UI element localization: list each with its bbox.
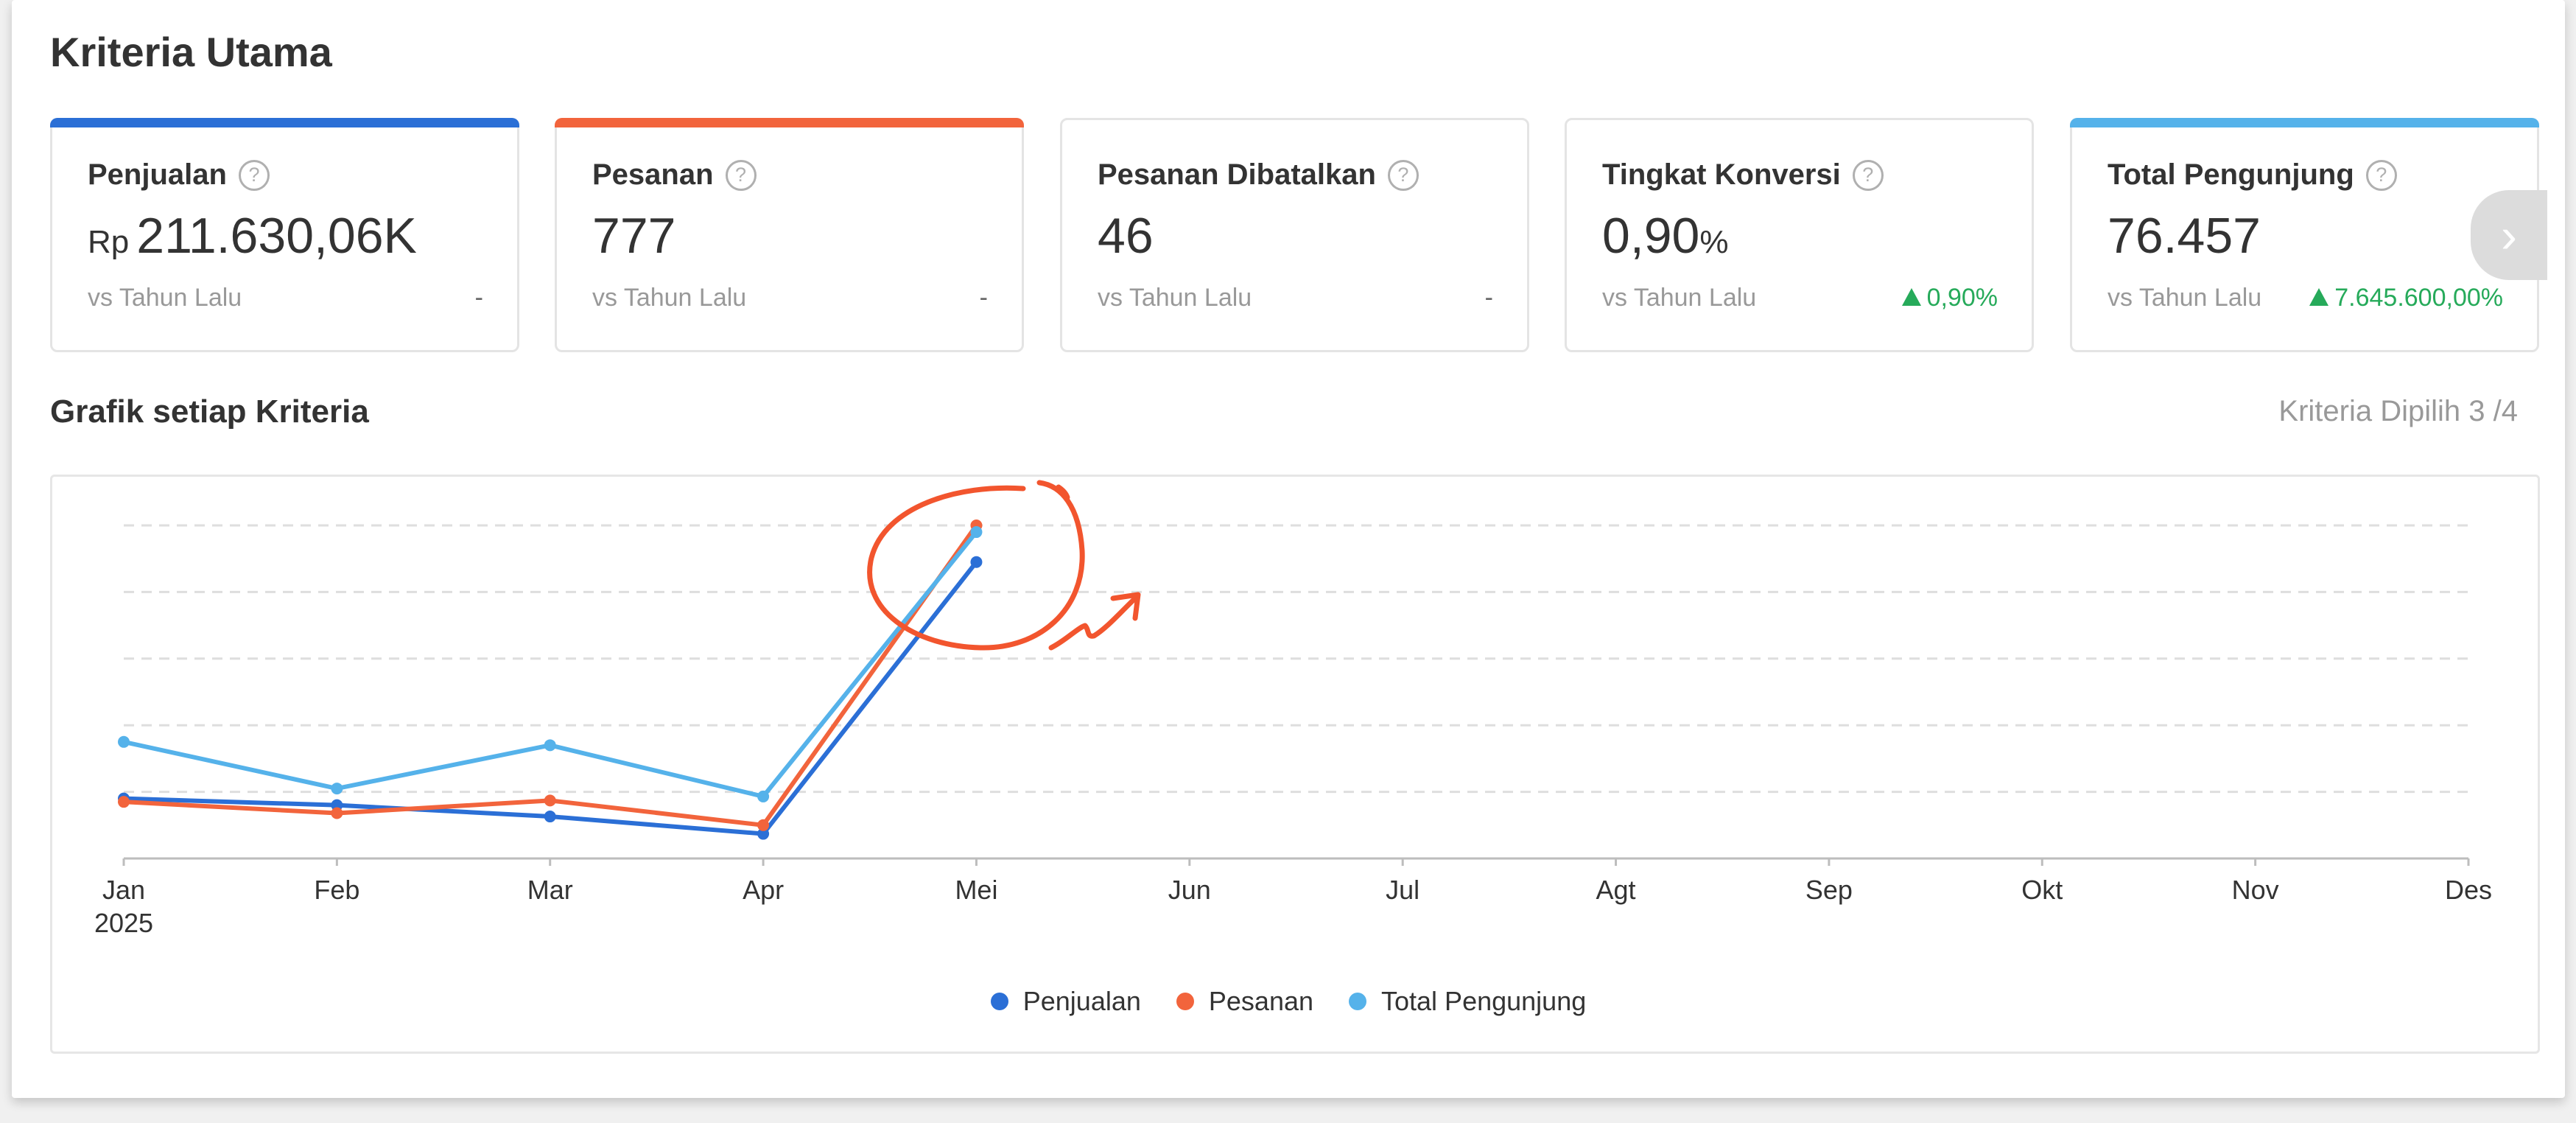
legend-dot [990,993,1008,1010]
card-value: 46 [1098,208,1154,264]
card-label: Pesanan? [592,158,757,192]
card-label: Total Pengunjung? [2108,158,2397,192]
legend-label: Pesanan [1208,986,1314,1016]
data-point [118,796,130,808]
legend-label: Penjualan [1022,986,1141,1016]
card-value: Rp 211.630,06K [88,208,417,264]
chart-legend: Penjualan Pesanan Total Pengunjung [12,986,2565,1017]
card-value: 76.457 [2108,208,2261,264]
card-value: 777 [592,208,676,264]
data-point [970,556,983,568]
legend-item[interactable]: Pesanan [1176,986,1313,1017]
card-label: Pesanan Dibatalkan? [1098,158,1419,192]
legend-dot [1349,993,1367,1010]
x-tick-label: Mar [527,875,573,905]
line-chart: Jan Feb Mar Apr Mei Jun Jul Agt Sep Okt Nov Des 2025 [94,480,2492,938]
x-tick-label: Okt [2021,875,2063,905]
metric-card-pesanan-dibatalkan[interactable]: Pesanan Dibatalkan? 46 vs Tahun Lalu - [1060,118,1529,352]
metric-card-tingkat-konversi[interactable]: Tingkat Konversi? 0,90% vs Tahun Lalu 0,… [1565,118,2034,352]
x-tick-label: Nov [2232,875,2279,905]
criteria-selected-count: Kriteria Dipilih 3 /4 [2278,395,2518,427]
x-tick-label: Apr [743,875,784,905]
series-line [123,524,978,828]
x-tick-label: Feb [314,875,359,905]
data-point [757,790,770,802]
x-tick-label: Jun [1168,875,1211,905]
metric-card-penjualan[interactable]: Penjualan? Rp 211.630,06K vs Tahun Lalu - [50,118,519,352]
comparison-label: vs Tahun Lalu [1098,284,1252,312]
card-accent-bar [555,118,1024,127]
help-icon[interactable]: ? [2365,159,2397,191]
comparison-label: vs Tahun Lalu [88,284,242,312]
metric-card-pesanan[interactable]: Pesanan? 777 vs Tahun Lalu - [555,118,1024,352]
data-point [544,811,556,823]
metric-card-total-pengunjung[interactable]: Total Pengunjung? 76.457 vs Tahun Lalu 7… [2070,118,2539,352]
data-point [757,819,770,831]
series-line [123,560,978,836]
x-tick-label: Jan [102,875,145,905]
section-title: Kriteria Utama [50,29,332,75]
chart-section-title: Grafik setiap Kriteria [50,393,369,430]
help-icon[interactable]: ? [1852,159,1884,191]
comparison-delta: - [979,284,988,312]
chevron-right-icon[interactable]: › [2471,190,2547,280]
card-accent-bar [2070,118,2539,127]
comparison-label: vs Tahun Lalu [592,284,747,312]
help-icon[interactable]: ? [1387,159,1419,191]
comparison-delta: - [474,284,483,312]
data-point [544,794,556,807]
x-tick-label: Agt [1596,875,1636,905]
x-tick-label: Jul [1386,875,1419,905]
legend-item[interactable]: Total Pengunjung [1349,986,1586,1017]
comparison-delta: 0,90% [1902,284,1998,312]
series-line [123,531,978,799]
data-point [970,526,983,539]
data-point [118,735,130,748]
x-year-label: 2025 [94,908,153,938]
data-point [331,807,343,819]
comparison-delta: - [1484,284,1493,312]
comparison-label: vs Tahun Lalu [2108,284,2262,312]
comparison-delta: 7.645.600,00% [2309,284,2503,312]
legend-item[interactable]: Penjualan [990,986,1141,1017]
chart-container: Jan Feb Mar Apr Mei Jun Jul Agt Sep Okt Nov Des 2025 [50,475,2540,1054]
percent-suffix: % [1699,224,1729,260]
annotation-arrow [1048,595,1138,651]
main-panel: Kriteria Utama Penjualan? Rp 211.630,06K … [12,0,2565,1098]
metric-cards: Penjualan? Rp 211.630,06K vs Tahun Lalu -… [50,118,2540,352]
data-point [544,739,556,752]
card-label: Tingkat Konversi? [1602,158,1884,192]
help-icon[interactable]: ? [725,159,757,191]
legend-label: Total Pengunjung [1381,986,1587,1016]
comparison-label: vs Tahun Lalu [1602,284,1757,312]
card-value: 0,90% [1602,208,1729,264]
legend-dot [1176,993,1194,1010]
x-tick-label: Sep [1805,875,1853,905]
x-tick-label: Des [2445,875,2492,905]
data-point [331,783,343,795]
x-tick-label: Mei [955,875,997,905]
card-accent-bar [50,118,519,127]
currency-prefix: Rp [88,224,130,260]
help-icon[interactable]: ? [238,159,270,191]
card-label: Penjualan? [88,158,270,192]
